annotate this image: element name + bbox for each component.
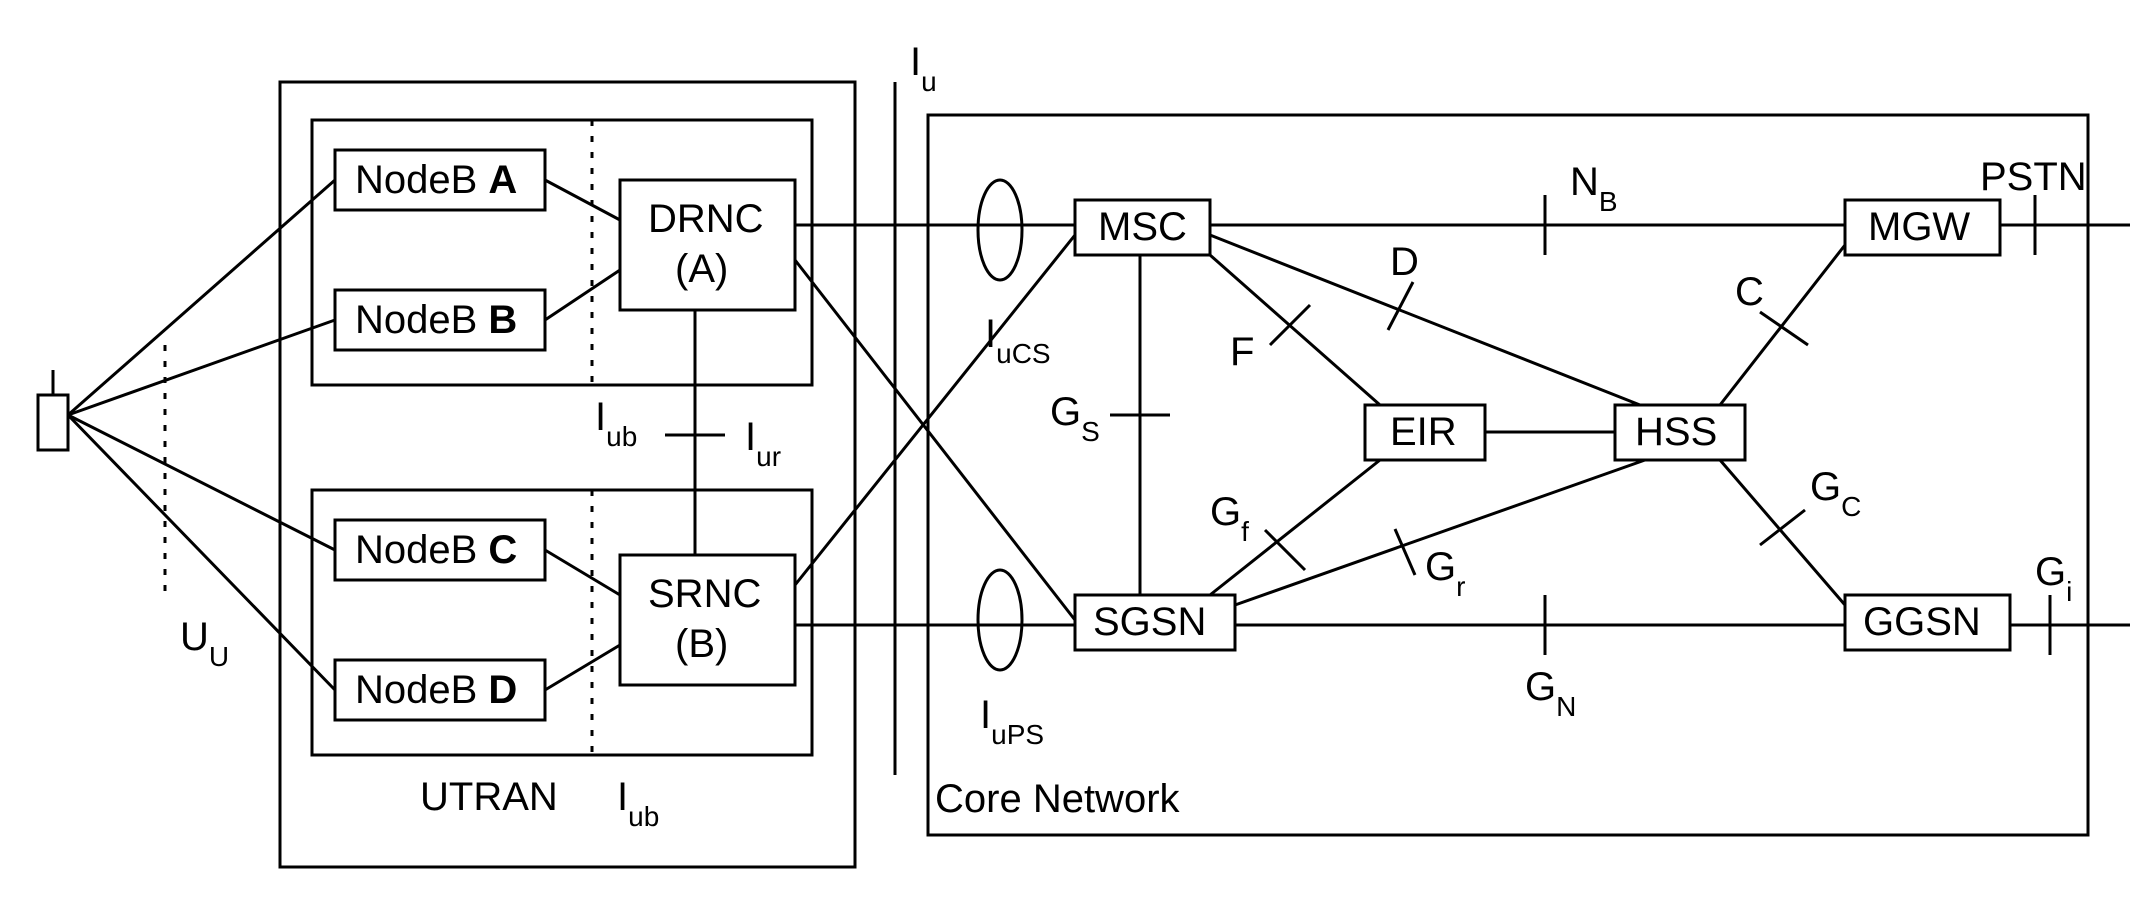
hss-label: HSS xyxy=(1635,410,1717,454)
core-label: Core Network xyxy=(935,777,1181,821)
ggsn-label: GGSN xyxy=(1863,600,1981,644)
f-label: F xyxy=(1230,330,1254,374)
mgw-label: MGW xyxy=(1868,205,1970,249)
gi-label: Gi xyxy=(2035,550,2072,607)
srnc-line1: SRNC xyxy=(648,572,761,616)
drnc-line2: (A) xyxy=(675,247,728,291)
pstn-label: PSTN xyxy=(1980,155,2087,199)
iur-label: Iur xyxy=(745,415,781,472)
uu-label: UU xyxy=(180,615,229,672)
sgsn-label: SGSN xyxy=(1093,600,1206,644)
msc-to-hss xyxy=(1210,235,1640,405)
nodeb-c-to-srnc xyxy=(545,550,620,595)
drnc-to-sgsn xyxy=(795,260,1075,620)
gn-label: GN xyxy=(1525,665,1576,722)
iups-label: IuPS xyxy=(980,693,1044,750)
nodeb-c-label: NodeB C xyxy=(355,528,517,572)
gr-label: Gr xyxy=(1425,545,1465,602)
gc-label: GC xyxy=(1810,465,1861,522)
nodeb-b-to-drnc xyxy=(545,270,620,320)
umts-architecture-diagram: UU UTRAN NodeB A NodeB B DRNC (A) NodeB … xyxy=(0,0,2137,913)
utran-label: UTRAN xyxy=(420,775,558,819)
iub-bottom-label: Iub xyxy=(617,775,659,832)
ue-to-nodeb-a xyxy=(68,180,335,415)
ue-to-nodeb-b xyxy=(68,320,335,415)
gf-label: Gf xyxy=(1210,490,1249,547)
iucs-label: IuCS xyxy=(985,312,1051,369)
iu-label: Iu xyxy=(910,40,937,97)
hss-to-mgw xyxy=(1720,245,1845,405)
gr-tick xyxy=(1395,529,1415,575)
gs-label: GS xyxy=(1050,390,1100,447)
nodeb-b-label: NodeB B xyxy=(355,298,517,342)
eir-label: EIR xyxy=(1390,410,1457,454)
c-tick xyxy=(1760,312,1808,345)
srnc-to-msc xyxy=(795,235,1075,585)
ue-to-nodeb-c xyxy=(68,415,335,550)
drnc-line1: DRNC xyxy=(648,197,764,241)
iucs-ellipse xyxy=(978,180,1022,280)
iups-ellipse xyxy=(978,570,1022,670)
nodeb-a-to-drnc xyxy=(545,180,620,220)
nodeb-a-label: NodeB A xyxy=(355,158,517,202)
iub-top-label: Iub xyxy=(595,395,637,452)
d-label: D xyxy=(1390,240,1419,284)
nodeb-d-to-srnc xyxy=(545,645,620,690)
ue-icon xyxy=(38,370,68,450)
c-label: C xyxy=(1735,270,1764,314)
srnc-line2: (B) xyxy=(675,622,728,666)
msc-label: MSC xyxy=(1098,205,1187,249)
nb-label: NB xyxy=(1570,160,1618,217)
nodeb-d-label: NodeB D xyxy=(355,668,517,712)
